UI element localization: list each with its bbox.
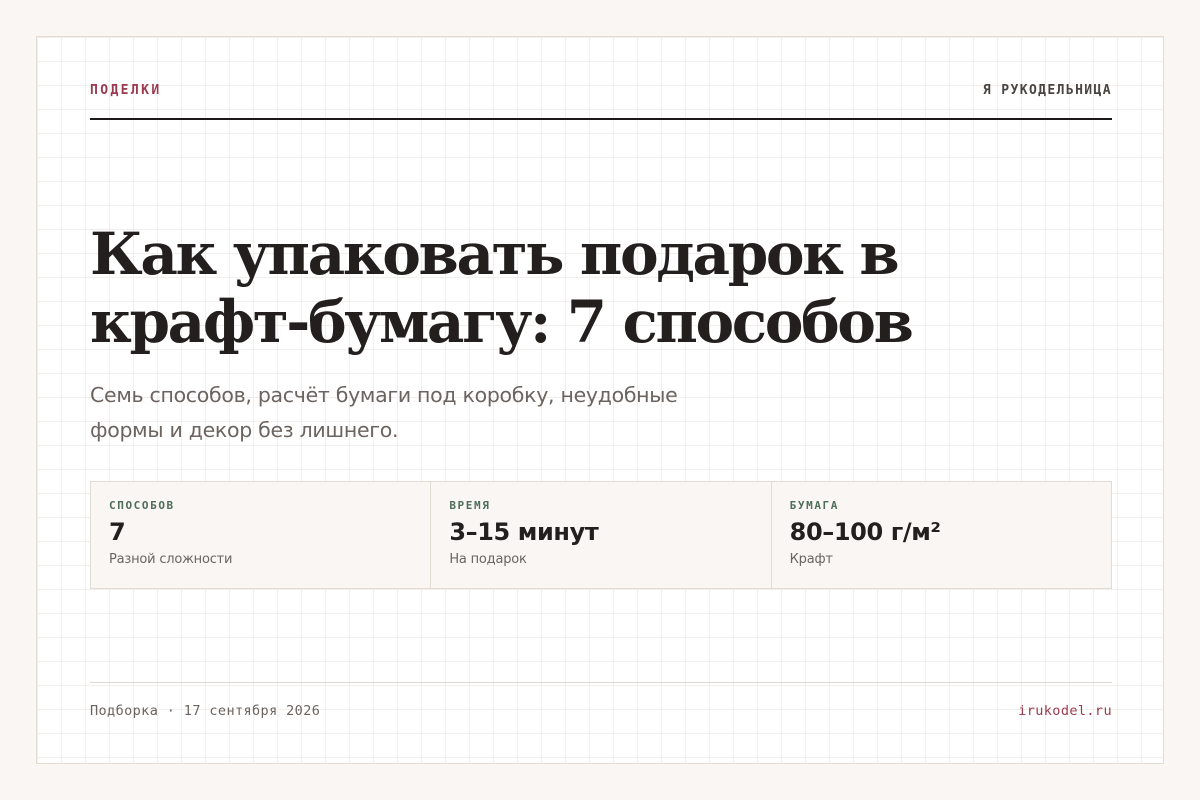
site-brand[interactable]: Я РУКОДЕЛЬНИЦА	[983, 83, 1112, 98]
category-link[interactable]: ПОДЕЛКИ	[90, 83, 162, 98]
stat-label: СПОСОБОВ	[109, 499, 175, 512]
stat-label: БУМАГА	[789, 499, 839, 512]
stat-label: ВРЕМЯ	[449, 499, 491, 512]
article-card: ПОДЕЛКИ Я РУКОДЕЛЬНИЦА Как упаковать под…	[36, 36, 1164, 764]
stat-note: Разной сложности	[109, 552, 233, 567]
stat-methods: СПОСОБОВ 7 Разной сложности	[91, 482, 430, 588]
stat-paper: БУМАГА 80–100 г/м² Крафт	[770, 482, 1111, 588]
article-title: Как упаковать подарок в крафт-бумагу: 7 …	[90, 220, 914, 356]
article-footer: Подборка · 17 сентября 2026 irukodel.ru	[90, 682, 1112, 732]
stat-note: Крафт	[789, 552, 833, 567]
stats-panel: СПОСОБОВ 7 Разной сложности ВРЕМЯ 3–15 м…	[90, 481, 1112, 589]
stat-time: ВРЕМЯ 3–15 минут На подарок	[430, 482, 770, 588]
stat-note: На подарок	[449, 552, 527, 567]
stat-value: 7	[109, 518, 126, 546]
stat-value: 80–100 г/м²	[789, 518, 941, 546]
article-lede: Семь способов, расчёт бумаги под коробку…	[90, 383, 678, 442]
card-content: ПОДЕЛКИ Я РУКОДЕЛЬНИЦА Как упаковать под…	[90, 37, 1112, 763]
stat-value: 3–15 минут	[449, 518, 599, 546]
site-link[interactable]: irukodel.ru	[1018, 703, 1112, 719]
top-bar: ПОДЕЛКИ Я РУКОДЕЛЬНИЦА	[90, 81, 1112, 120]
publish-meta: Подборка · 17 сентября 2026	[90, 703, 321, 719]
